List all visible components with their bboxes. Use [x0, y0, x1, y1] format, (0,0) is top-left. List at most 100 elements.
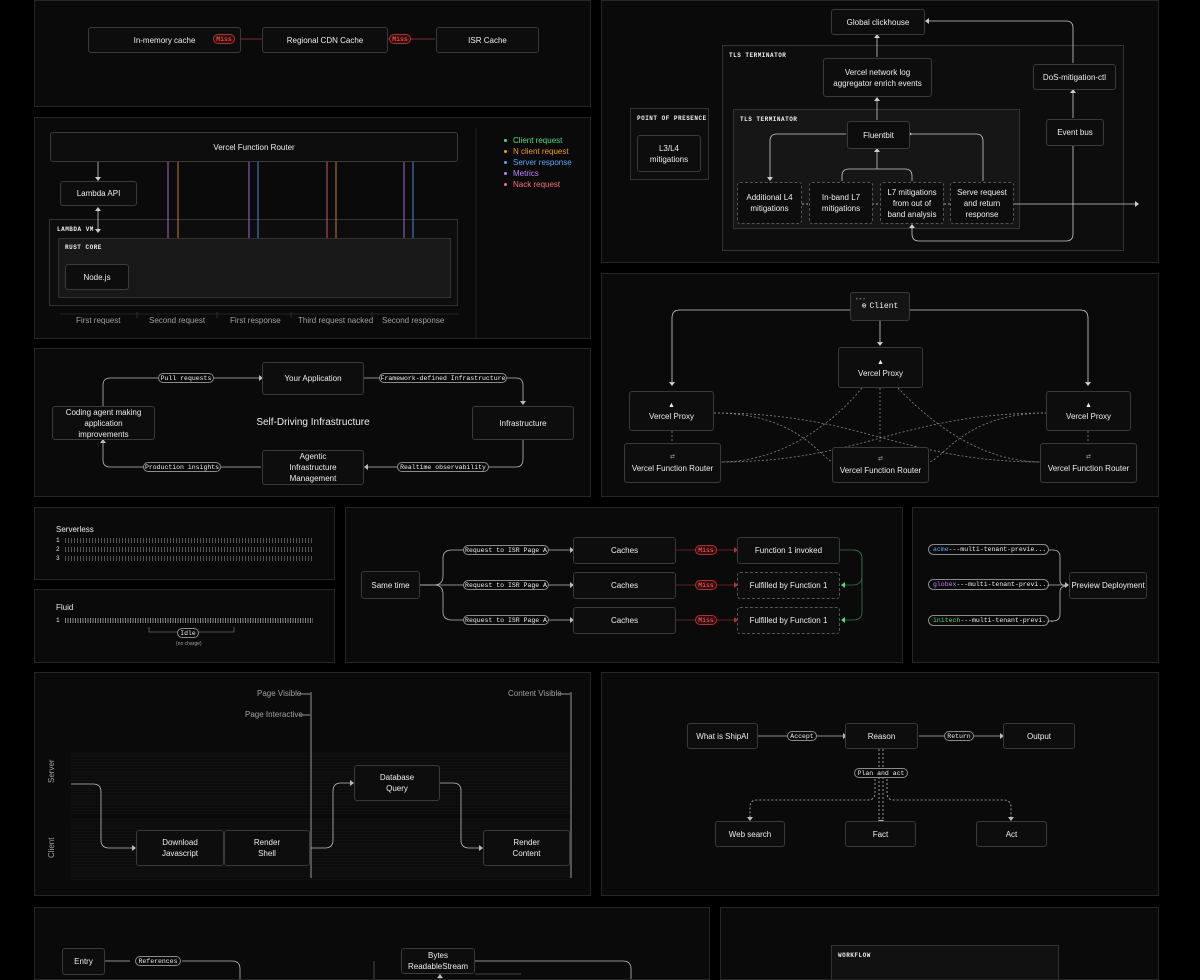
realtime-observability-pill: Realtime observability — [397, 462, 489, 472]
legend-client-request: Client request — [504, 136, 562, 145]
miss-badge: Miss — [695, 580, 717, 590]
plan-and-act-pill: Plan and act — [854, 768, 908, 778]
pull-requests-pill: Pull requests — [158, 373, 214, 383]
proxy-panel: ••• ⊕ Client ▲ Vercel Proxy ▲ Vercel Prox… — [601, 273, 1159, 497]
preview-deployment-box: Preview Deployment — [1069, 572, 1147, 599]
render-content-box: Render Content — [483, 830, 570, 866]
no-charge-label: (no charge) — [176, 641, 202, 647]
coding-agent-box: Coding agent making application improvem… — [52, 406, 155, 440]
client-window-dots: ••• — [855, 296, 866, 303]
fluid-panel: Fluid 1 Idle (no charge) — [34, 589, 335, 663]
request-isr-pill: Request to ISR Page A — [463, 615, 549, 625]
right-vercel-proxy-box: ▲ Vercel Proxy — [1046, 391, 1131, 431]
page-visible-label: Page Visible — [257, 689, 302, 698]
serve-request-box: Serve request and return response — [950, 182, 1014, 224]
stream-connectors — [105, 960, 632, 979]
tenant-suffix: ---multi-tenant-previe... — [948, 546, 1047, 553]
fulfilled-box: Fulfilled by Function 1 — [737, 572, 840, 599]
router-icon: ⇄ — [669, 454, 676, 460]
idle-bracket — [148, 627, 235, 633]
legend-nack-request: Nack request — [504, 180, 560, 189]
miss-badge: Miss — [695, 545, 717, 555]
left-vercel-proxy-box: ▲ Vercel Proxy — [629, 391, 714, 431]
legend-n-client-request: N client request — [504, 147, 569, 156]
event-bus-box: Event bus — [1046, 119, 1104, 146]
vercel-triangle-icon: ▲ — [877, 358, 884, 366]
center-function-router-box: ⇄ Vercel Function Router — [832, 447, 929, 483]
fluentbit-box: Fluentbit — [847, 121, 910, 149]
preview-panel: acme ---multi-tenant-previe... globex ---m… — [912, 507, 1159, 663]
timeline-second-request: Second request — [149, 316, 206, 325]
timeline-first-response: First response — [230, 316, 281, 325]
production-insights-pill: Production insights — [143, 462, 221, 472]
left-router-label: Vercel Function Router — [631, 464, 714, 473]
client-lane-label: Client — [47, 837, 56, 858]
left-proxy-label: Vercel Proxy — [649, 412, 694, 421]
act-box: Act — [976, 821, 1047, 847]
left-function-router-box: ⇄ Vercel Function Router — [624, 443, 721, 483]
workflow-panel: WORKFLOW — [720, 907, 1159, 980]
additional-l4-box: Additional L4 mitigations — [737, 182, 802, 224]
center-router-label: Vercel Function Router — [839, 466, 922, 475]
serverless-row-1-label: 1 — [56, 537, 60, 544]
tenant-acme-pill: acme ---multi-tenant-previe... — [928, 544, 1049, 555]
download-javascript-box: Download Javascript — [136, 830, 224, 866]
fact-box: Fact — [845, 821, 916, 847]
tls-panel: TLS TERMINATOR TLS TERMINATOR POINT OF P… — [601, 0, 1159, 263]
vercel-triangle-icon: ▲ — [1085, 402, 1092, 409]
l3-l4-mitigations-box: L3/L4 mitigations — [637, 135, 701, 172]
render-shell-box: Render Shell — [224, 830, 310, 866]
references-pill: References — [135, 956, 181, 966]
right-router-label: Vercel Function Router — [1047, 464, 1130, 473]
cache-panel: In-memory cache Regional CDN Cache ISR C… — [34, 0, 591, 107]
timeline-second-response: Second response — [382, 316, 445, 325]
legend-server-response: Server response — [504, 158, 572, 167]
isr-cache-box: ISR Cache — [436, 27, 539, 53]
what-is-shipai-box: What is ShipAI — [687, 723, 758, 749]
request-isr-pill: Request to ISR Page A — [463, 580, 549, 590]
function-router-panel: Vercel Function Router Lambda API LAMBDA… — [34, 117, 591, 339]
self-driving-title: Self-Driving Infrastructure — [256, 417, 370, 428]
regional-cdn-cache-box: Regional CDN Cache — [262, 27, 388, 53]
router-icon: ⇄ — [877, 456, 884, 462]
caches-box: Caches — [573, 572, 676, 599]
self-driving-panel: Your Application Infrastructure Agentic … — [34, 348, 591, 497]
request-isr-pill: Request to ISR Page A — [463, 545, 549, 555]
bytes-readablestream-box: Bytes ReadableStream — [401, 948, 475, 974]
rendering-panel: Page Visible Page Interactive Content Vi… — [34, 672, 591, 896]
function-invoked-box: Function 1 invoked — [737, 537, 840, 564]
idle-pill: Idle — [177, 628, 199, 638]
caches-box: Caches — [573, 607, 676, 634]
legend-metrics: Metrics — [504, 169, 539, 178]
accept-pill: Accept — [787, 731, 817, 741]
serverless-row-2-label: 2 — [56, 546, 60, 553]
infrastructure-box: Infrastructure — [472, 406, 574, 440]
central-vercel-proxy-box: ▲ Vercel Proxy — [838, 347, 923, 388]
caches-box: Caches — [573, 537, 676, 564]
log-aggregator-box: Vercel network log aggregator enrich eve… — [823, 58, 932, 97]
isr-panel: Same time Caches Caches Caches Function … — [345, 507, 903, 663]
tenant-prefix: initech — [933, 617, 961, 624]
stream-panel: Entry References Bytes ReadableStream — [34, 907, 710, 980]
tenant-prefix: globex — [933, 581, 957, 588]
web-search-box: Web search — [715, 821, 785, 847]
vercel-triangle-icon: ▲ — [668, 402, 675, 409]
tenant-suffix: ---multi-tenant-previ... — [956, 581, 1051, 588]
entry-box: Entry — [62, 948, 105, 975]
serverless-bar-2 — [65, 547, 313, 552]
page-interactive-label: Page Interactive — [245, 710, 303, 719]
miss-badge: Miss — [213, 34, 235, 44]
database-query-box: Database Query — [354, 765, 440, 801]
right-function-router-box: ⇄ Vercel Function Router — [1040, 443, 1137, 483]
fulfilled-box: Fulfilled by Function 1 — [737, 607, 840, 634]
timeline-first-request: First request — [76, 316, 121, 325]
miss-badge: Miss — [389, 34, 411, 44]
tenant-globex-pill: globex ---multi-tenant-previ... — [928, 579, 1051, 590]
global-clickhouse-box: Global clickhouse — [831, 9, 925, 35]
tenant-initech-pill: initech ---multi-tenant-previ... — [928, 615, 1054, 626]
serverless-row-3-label: 3 — [56, 555, 60, 562]
return-pill: Return — [944, 731, 974, 741]
shipai-connectors — [747, 733, 1014, 824]
in-band-l7-box: In-band L7 mitigations — [809, 182, 873, 224]
framework-defined-pill: Framework-defined Infrastructure — [379, 373, 507, 383]
